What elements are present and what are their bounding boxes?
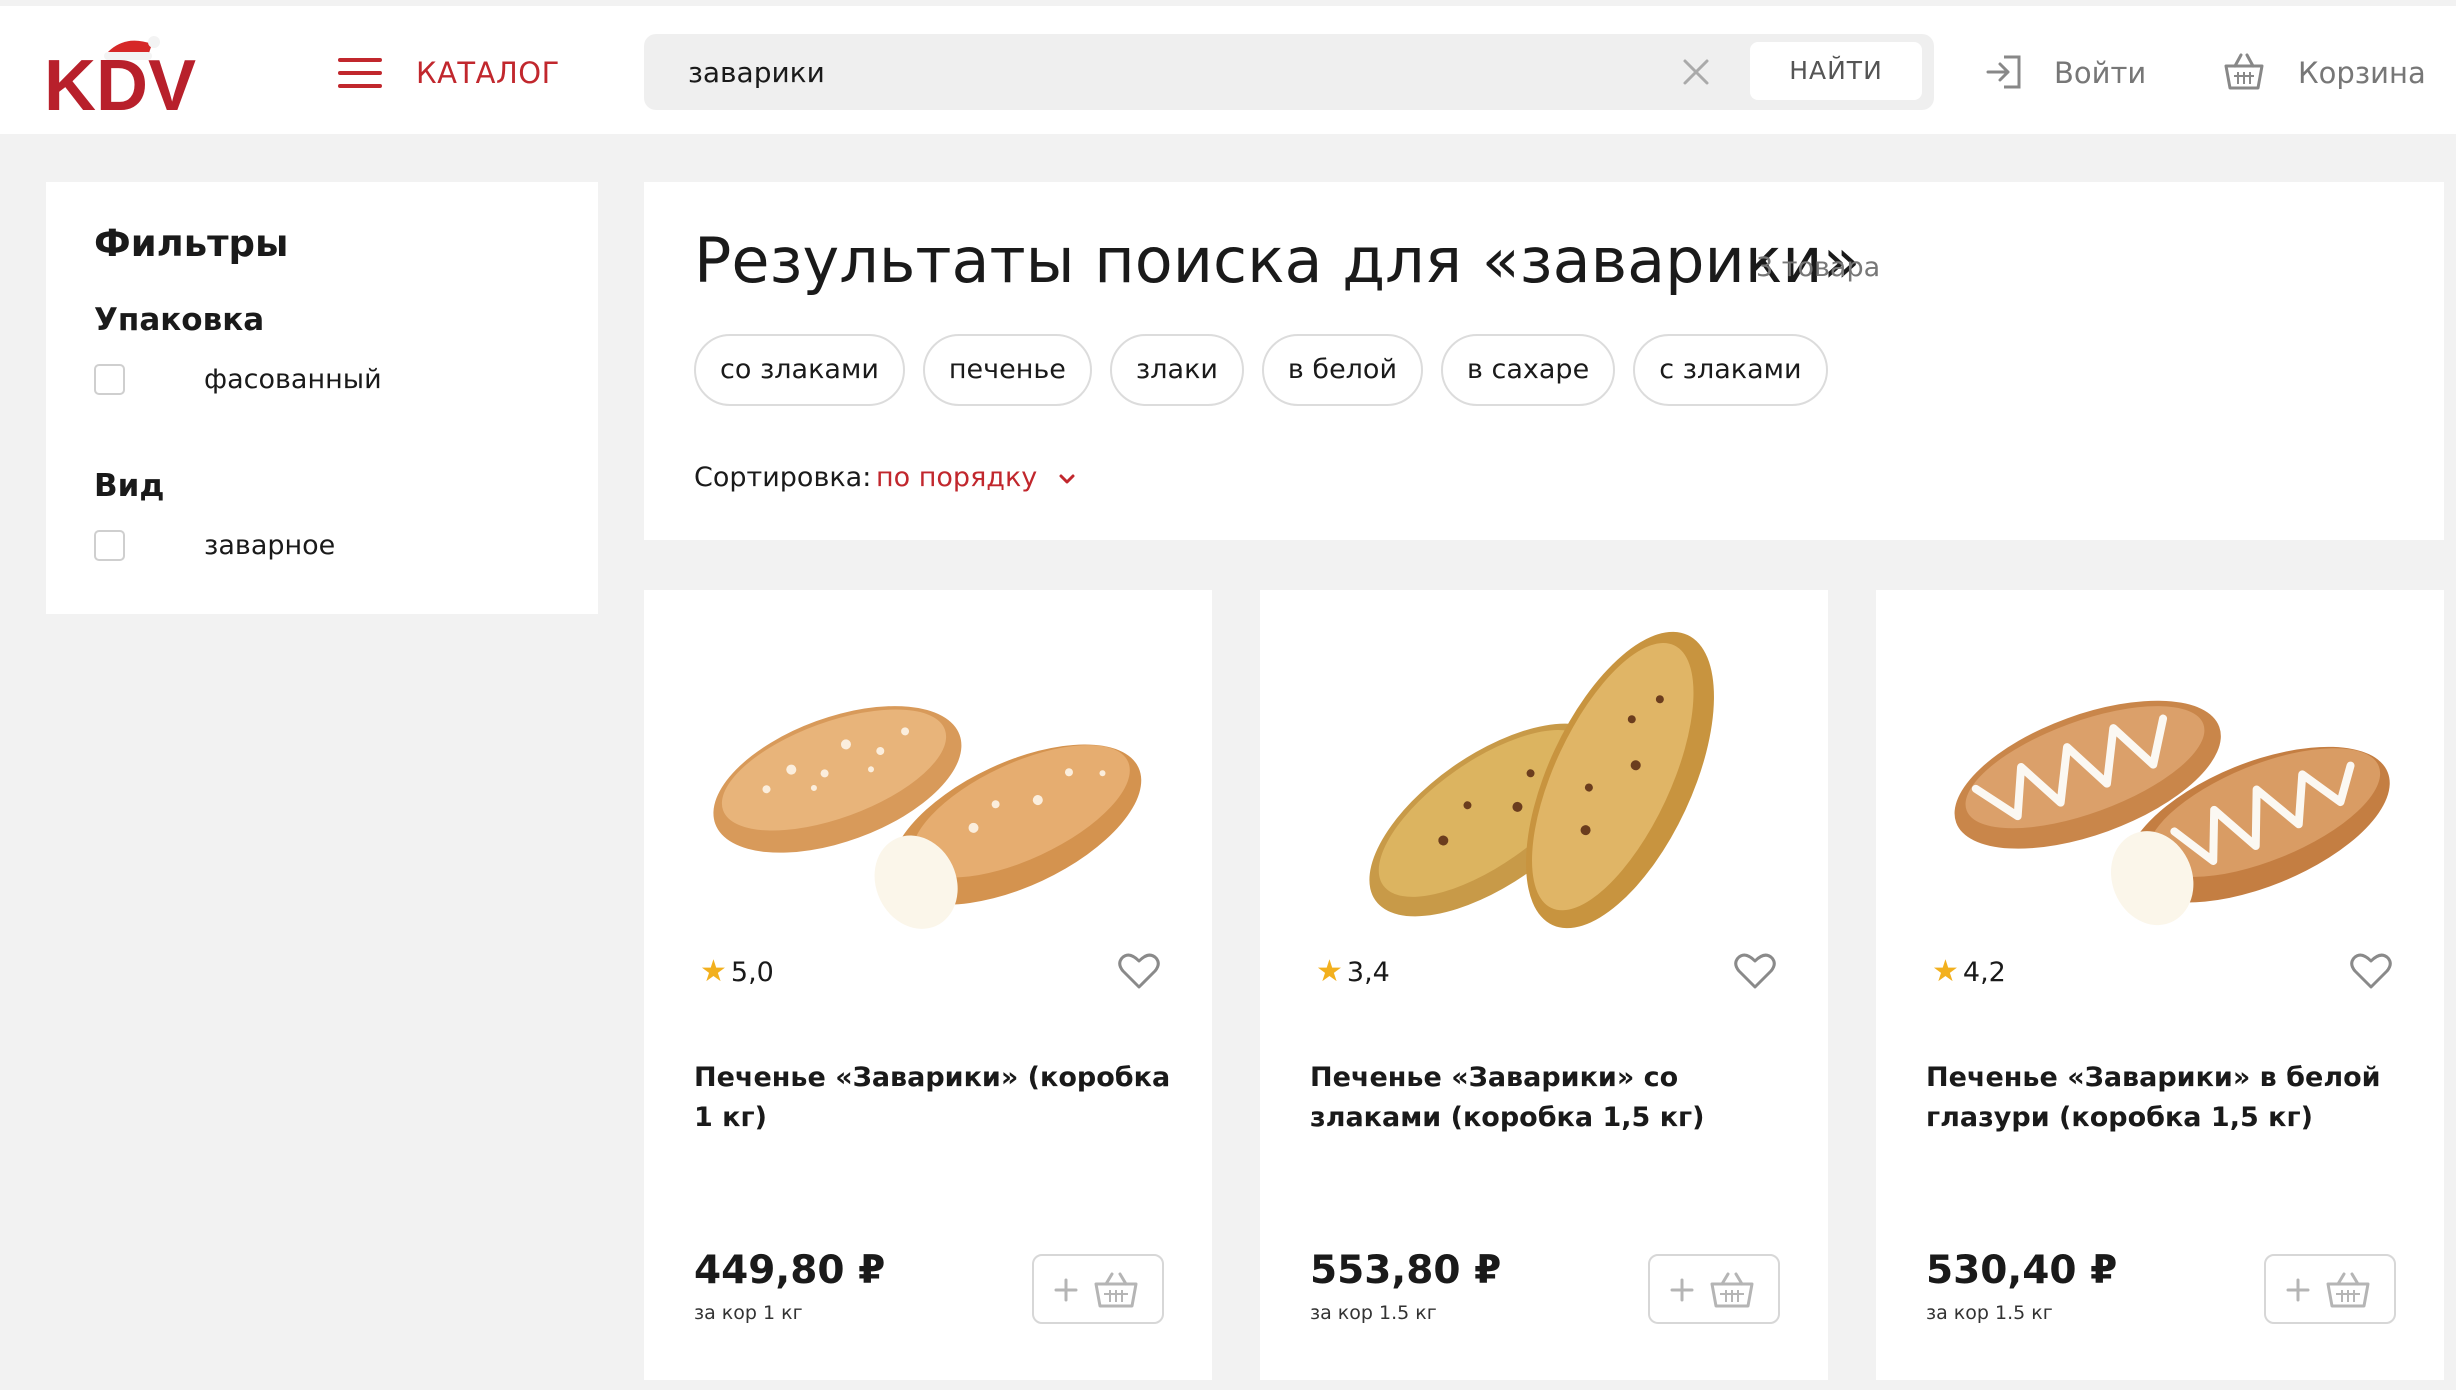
- chip[interactable]: печенье: [922, 334, 1092, 406]
- product-rating: ★ 3,4: [1316, 954, 1390, 989]
- product-card[interactable]: ★ 4,2 Печенье «Заварики» в белой глазури …: [1876, 590, 2444, 1380]
- search-bar: НАЙТИ: [644, 34, 1934, 110]
- add-to-cart-button[interactable]: [2264, 1254, 2396, 1324]
- checkbox[interactable]: [94, 364, 125, 395]
- filters-panel: Фильтры Упаковка фасованный Вид заварное: [46, 182, 598, 614]
- filter-group-title-type: Вид: [94, 468, 165, 504]
- chip[interactable]: в сахаре: [1441, 334, 1616, 406]
- sort-value: по порядку: [876, 462, 1038, 493]
- product-price: 530,40 ₽: [1926, 1248, 2118, 1293]
- product-unit: за кор 1 кг: [694, 1302, 803, 1324]
- rating-value: 4,2: [1962, 957, 2006, 988]
- product-name[interactable]: Печенье «Заварики» в белой глазури (коро…: [1926, 1058, 2406, 1138]
- catalog-link[interactable]: КАТАЛОГ: [416, 56, 560, 90]
- kdv-logo[interactable]: KDV: [44, 28, 254, 118]
- chip[interactable]: в белой: [1261, 334, 1424, 406]
- add-basket-icon: [1670, 1272, 1754, 1308]
- add-to-cart-button[interactable]: [1648, 1254, 1780, 1324]
- chevron-down-icon: [1059, 474, 1075, 483]
- rating-value: 3,4: [1346, 957, 1390, 988]
- add-basket-icon: [2286, 1272, 2370, 1308]
- add-basket-icon: [1054, 1272, 1138, 1308]
- rating-value: 5,0: [730, 957, 774, 988]
- product-card[interactable]: ★ 3,4 Печенье «Заварики» со злаками (коро…: [1260, 590, 1828, 1380]
- search-input[interactable]: [688, 48, 1648, 96]
- menu-icon[interactable]: [338, 58, 382, 90]
- heart-icon[interactable]: [2348, 948, 2394, 994]
- product-image[interactable]: [1916, 620, 2406, 940]
- product-card[interactable]: ★ 5,0 Печенье «Заварики» (коробка 1 кг) 4…: [644, 590, 1212, 1380]
- product-image[interactable]: [684, 620, 1174, 940]
- filter-option-label: заварное: [204, 530, 336, 561]
- chip[interactable]: с злаками: [1633, 334, 1828, 406]
- star-icon: ★: [1316, 954, 1343, 989]
- close-icon[interactable]: [1678, 54, 1714, 90]
- heart-icon[interactable]: [1732, 948, 1778, 994]
- sort-dropdown[interactable]: по порядку: [876, 462, 1076, 493]
- product-rating: ★ 4,2: [1932, 954, 2006, 989]
- add-to-cart-button[interactable]: [1032, 1254, 1164, 1324]
- filter-option-label: фасованный: [204, 364, 382, 395]
- product-name[interactable]: Печенье «Заварики» (коробка 1 кг): [694, 1058, 1174, 1138]
- product-rating: ★ 5,0: [700, 954, 774, 989]
- product-price: 553,80 ₽: [1310, 1248, 1502, 1293]
- filters-title: Фильтры: [94, 222, 289, 265]
- heart-icon[interactable]: [1116, 948, 1162, 994]
- product-image[interactable]: [1300, 620, 1790, 940]
- product-name[interactable]: Печенье «Заварики» со злаками (коробка 1…: [1310, 1058, 1790, 1138]
- page-title: Результаты поиска для «заварики»: [694, 224, 1861, 297]
- search-button[interactable]: НАЙТИ: [1750, 42, 1922, 100]
- logo-text: KDV: [44, 46, 196, 118]
- cart-label: Корзина: [2298, 56, 2426, 90]
- checkbox[interactable]: [94, 530, 125, 561]
- login-label: Войти: [2054, 56, 2147, 90]
- filter-group-title-packaging: Упаковка: [94, 302, 265, 338]
- chip[interactable]: со злаками: [694, 334, 905, 406]
- results-panel: Результаты поиска для «заварики» 3 товар…: [644, 182, 2444, 540]
- sort-label: Сортировка:: [694, 462, 872, 493]
- chip[interactable]: злаки: [1109, 334, 1244, 406]
- basket-icon: [2224, 53, 2264, 90]
- login-icon: [1986, 55, 2021, 89]
- results-count: 3 товара: [1756, 252, 1881, 283]
- star-icon: ★: [1932, 954, 1959, 989]
- product-unit: за кор 1.5 кг: [1310, 1302, 1437, 1324]
- star-icon: ★: [700, 954, 727, 989]
- site-header: KDV КАТАЛОГ НАЙТИ Войти Корзина: [0, 6, 2456, 134]
- suggestion-chips: со злаками печенье злаки в белой в сахар…: [694, 334, 1828, 406]
- product-unit: за кор 1.5 кг: [1926, 1302, 2053, 1324]
- product-price: 449,80 ₽: [694, 1248, 886, 1293]
